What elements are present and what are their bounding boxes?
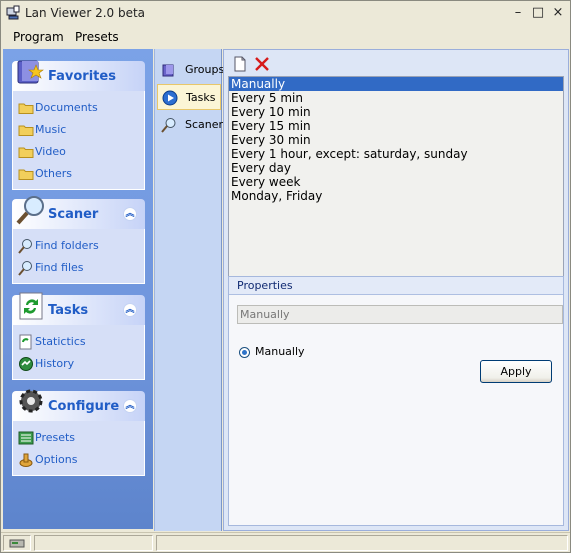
favorites-title: Favorites [48,69,116,84]
close-button[interactable]: × [549,4,567,22]
status-icon-pane [3,535,31,551]
scaner-item-label: Find files [35,261,84,274]
magnifier-icon [161,118,176,133]
favorites-item-video[interactable]: Video [13,141,144,163]
list-item[interactable]: Every 1 hour, except: saturday, sunday [229,147,563,161]
delete-icon[interactable] [254,56,270,72]
favorites-item-label: Music [35,123,67,136]
apply-button[interactable]: Apply [480,360,552,383]
tasks-item-label: Statictics [35,335,86,348]
drive-icon [9,539,25,548]
configure-item-options[interactable]: Options [13,449,144,471]
tab-label: Tasks [186,91,216,104]
status-pane-1 [34,535,153,551]
favorites-item-music[interactable]: Music [13,119,144,141]
menu-bar: Program Presets [1,27,570,47]
play-icon [162,90,178,106]
statistics-icon [19,334,32,350]
configure-title: Configure [48,399,120,414]
tasks-title: Tasks [48,303,89,318]
tab-scaner[interactable]: Scaner [157,112,224,138]
list-item[interactable]: Every week [229,175,563,189]
magnifier-icon [16,196,44,225]
maximize-button[interactable]: □ [529,4,547,22]
presets-list-icon [18,431,34,445]
configure-item-label: Options [35,453,78,466]
tasks-body: Statictics History [12,325,145,380]
gear-icon [19,389,43,413]
list-item[interactable]: Monday, Friday [229,189,563,203]
scaner-body: Find folders Find files [12,229,145,284]
tasks-refresh-icon [19,292,43,320]
list-item[interactable]: Every day [229,161,563,175]
tab-label: Groups [185,63,225,76]
tab-tasks[interactable]: Tasks [157,84,221,110]
collapse-icon[interactable]: ︽ [123,399,137,413]
manually-radio[interactable] [239,347,250,358]
search-icon [18,261,32,276]
favorites-body: Documents Music Video Others [12,91,145,190]
configure-group: Configure ︽ Presets Options [12,389,145,476]
tasks-toolbar [228,54,564,76]
configure-body: Presets Options [12,421,145,476]
properties-header: Properties [229,277,563,295]
scaner-title: Scaner [48,207,99,222]
status-bar [1,532,570,552]
list-item[interactable]: Every 30 min [229,133,563,147]
scaner-group: Scaner ︽ Find folders Find files [12,196,145,284]
tasks-header[interactable]: Tasks ︽ [12,292,145,325]
list-item[interactable]: Every 10 min [229,105,563,119]
list-item[interactable]: Every 5 min [229,91,563,105]
tasks-group: Tasks ︽ Statictics History [12,292,145,380]
configure-header[interactable]: Configure ︽ [12,389,145,421]
tab-strip: Groups Tasks Scaner [154,49,225,531]
tasks-item-history[interactable]: History [13,353,144,375]
configure-item-presets[interactable]: Presets [13,427,144,449]
status-pane-2 [156,535,568,551]
title-bar[interactable]: Lan Viewer 2.0 beta – □ × [1,1,570,25]
menu-presets[interactable]: Presets [75,30,119,44]
schedule-name-field[interactable]: Manually [237,305,563,324]
left-explorer-pane: Favorites Documents Music Video Others S… [3,49,153,529]
minimize-button[interactable]: – [509,4,527,22]
collapse-icon[interactable]: ︽ [123,207,137,221]
list-item[interactable]: Manually [229,77,563,91]
options-icon [19,453,33,467]
configure-item-label: Presets [35,431,76,444]
favorites-item-label: Others [35,167,72,180]
manually-radio-label[interactable]: Manually [255,345,305,358]
app-icon [6,5,20,20]
collapse-icon[interactable]: ︽ [123,303,137,317]
scaner-item-find-files[interactable]: Find files [13,257,144,279]
folder-icon [18,169,34,180]
window-title: Lan Viewer 2.0 beta [25,6,146,20]
favorites-header[interactable]: Favorites [12,60,145,91]
favorites-item-others[interactable]: Others [13,163,144,185]
tab-groups[interactable]: Groups [157,57,225,83]
tasks-item-label: History [35,357,75,370]
tab-label: Scaner [185,118,224,131]
tasks-item-statistics[interactable]: Statictics [13,331,144,353]
favorites-item-label: Video [35,145,66,158]
scaner-header[interactable]: Scaner ︽ [12,196,145,229]
properties-panel: Properties Manually Manually Apply [228,276,564,526]
groups-book-icon [162,64,174,77]
scaner-item-find-folders[interactable]: Find folders [13,235,144,257]
favorites-book-icon [17,60,44,84]
list-item[interactable]: Every 15 min [229,119,563,133]
tasks-content-pane: Manually Every 5 min Every 10 min Every … [223,49,569,531]
favorites-group: Favorites Documents Music Video Others [12,60,145,190]
folder-icon [18,147,34,158]
new-document-icon[interactable] [232,56,248,72]
favorites-item-documents[interactable]: Documents [13,97,144,119]
folder-icon [18,103,34,114]
scaner-item-label: Find folders [35,239,99,252]
history-icon [19,357,33,371]
folder-icon [18,125,34,136]
app-window: Lan Viewer 2.0 beta – □ × Program Preset… [0,0,571,553]
menu-program[interactable]: Program [13,30,64,44]
search-icon [18,239,32,254]
favorites-item-label: Documents [35,101,98,114]
